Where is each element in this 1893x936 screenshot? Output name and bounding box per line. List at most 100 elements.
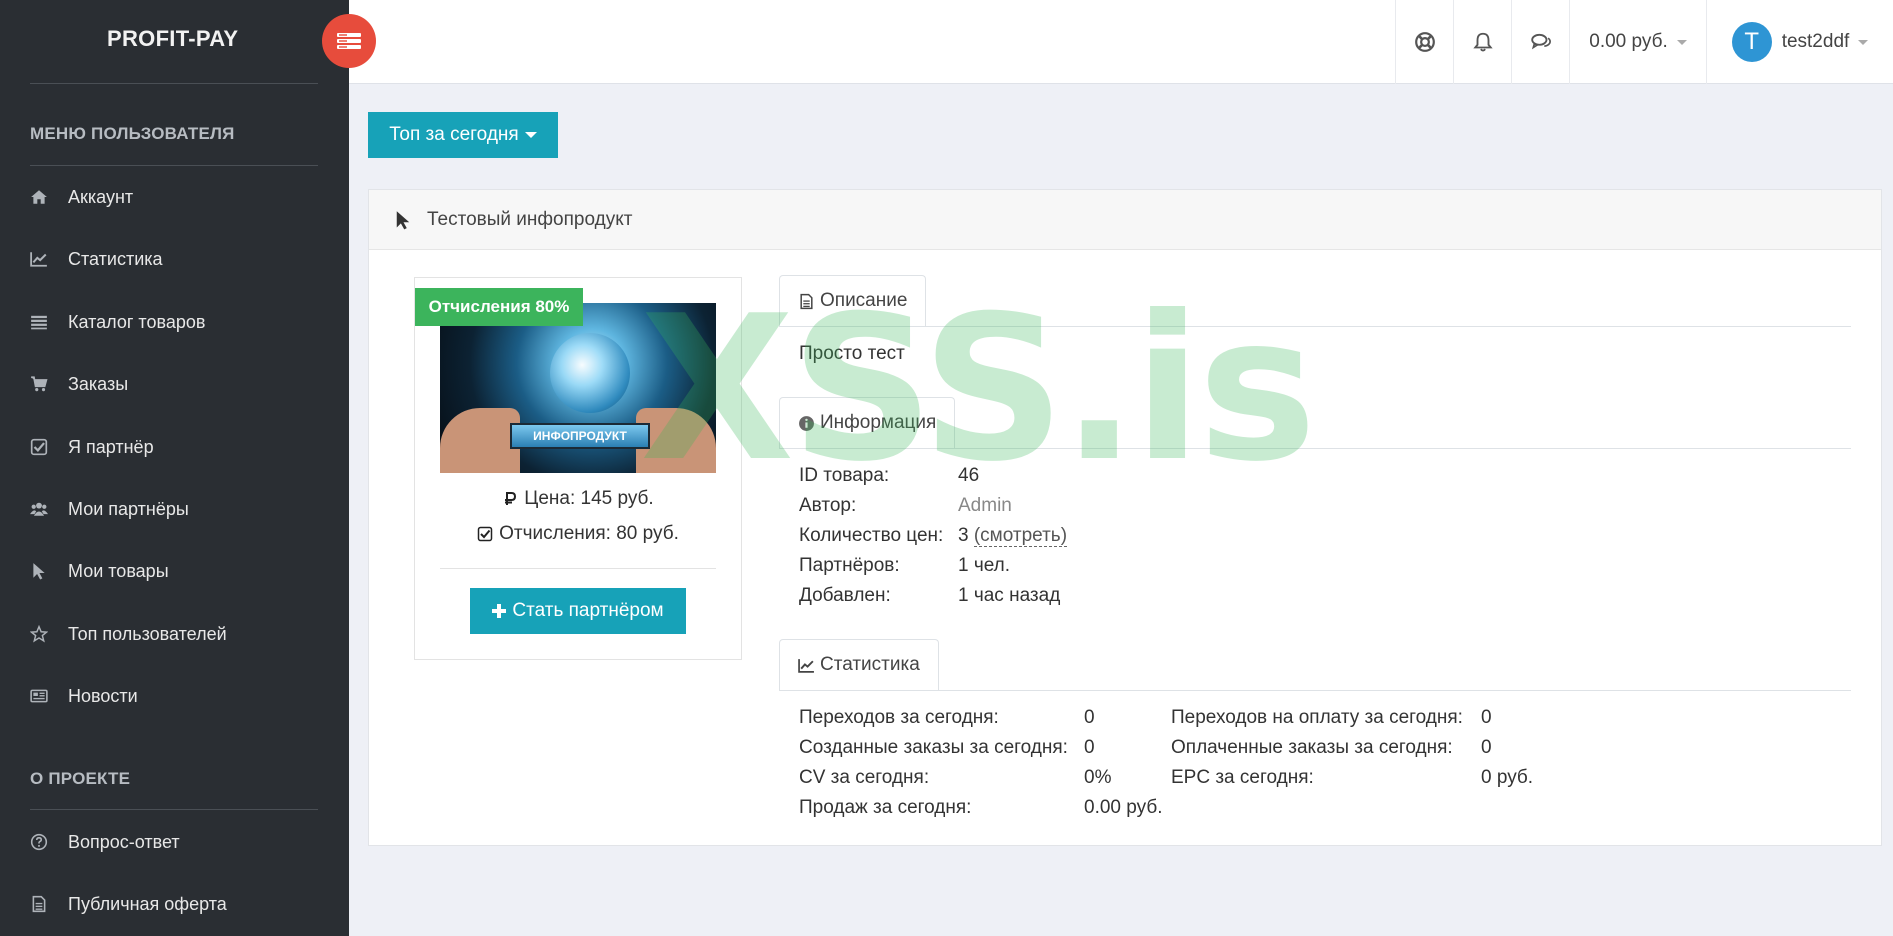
sidebar-item-catalog[interactable]: Каталог товаров: [0, 297, 349, 347]
stat-label: Продаж за сегодня:: [799, 797, 972, 818]
sidebar-item-label: Вопрос-ответ: [68, 831, 180, 852]
line-chart-icon: [30, 250, 68, 268]
info-id-label: ID товара:: [799, 465, 890, 486]
tab-statistics[interactable]: Статистика: [779, 639, 939, 690]
sidebar-item-label: Я партнёр: [68, 436, 154, 457]
notifications-button[interactable]: [1453, 0, 1511, 84]
sidebar-item-news[interactable]: Новости: [0, 671, 349, 721]
chevron-down-icon: [1858, 39, 1869, 45]
sidebar-item-i-partner[interactable]: Я партнёр: [0, 422, 349, 472]
support-button[interactable]: [1395, 0, 1453, 84]
tablet-graphic: ИНФОПРОДУКТ: [510, 423, 650, 449]
sidebar-item-faq[interactable]: Вопрос-ответ: [0, 817, 349, 867]
info-added-label: Добавлен:: [799, 585, 891, 606]
hand-graphic: [440, 408, 520, 473]
section-title-user-menu: МЕНЮ ПОЛЬЗОВАТЕЛЯ: [30, 124, 235, 143]
section-title-about: О ПРОЕКТЕ: [30, 769, 131, 788]
sidebar-item-statistics[interactable]: Статистика: [0, 234, 349, 284]
sidebar-item-label: Мои товары: [68, 560, 169, 581]
tab-divider: [779, 690, 1851, 691]
newspaper-icon: [30, 687, 68, 705]
info-circle-icon: [799, 415, 814, 431]
tab-divider: [779, 448, 1851, 449]
check-square-icon: [477, 526, 493, 542]
info-author-label: Автор:: [799, 495, 857, 516]
pointer-icon: [30, 562, 68, 580]
stat-value: 0 руб.: [1481, 767, 1534, 788]
stat-label: Переходов за сегодня:: [799, 707, 999, 728]
sidebar-item-label: Новости: [68, 685, 138, 706]
brand: PROFIT-PAY: [0, 0, 349, 84]
info-author-value: Admin: [958, 495, 1012, 516]
home-icon: [30, 188, 68, 206]
bell-icon: [1472, 32, 1493, 52]
info-partners-value: 1 чел.: [958, 555, 1011, 576]
messages-button[interactable]: [1511, 0, 1569, 84]
tab-label: Статистика: [820, 654, 920, 675]
product-card: Тестовый инфопродукт Отчисления 80% ИНФО…: [368, 189, 1882, 846]
user-menu-dropdown[interactable]: T test2ddf: [1706, 0, 1893, 84]
divider: [440, 568, 716, 569]
price-value: Цена: 145 руб.: [524, 488, 654, 509]
sidebar-item-my-products[interactable]: Мои товары: [0, 546, 349, 596]
sidebar-item-label: Топ пользователей: [68, 623, 227, 644]
list-icon: [30, 313, 68, 331]
sidebar-item-label: Публичная оферта: [68, 893, 227, 914]
tab-label: Информация: [820, 412, 937, 433]
description-text: Просто тест: [799, 343, 905, 364]
sidebar-divider: [30, 809, 318, 810]
sidebar-toggle-button[interactable]: [322, 14, 376, 68]
question-circle-icon: [30, 833, 68, 851]
stat-label: CV за сегодня:: [799, 767, 930, 788]
become-partner-label: Стать партнёром: [512, 600, 664, 621]
top-today-dropdown-button[interactable]: Топ за сегодня: [368, 112, 558, 158]
balance-dropdown[interactable]: 0.00 руб.: [1569, 0, 1706, 84]
info-id-value: 46: [958, 465, 980, 486]
stat-value: 0: [1084, 707, 1095, 728]
life-ring-icon: [1414, 32, 1435, 52]
stat-value: 0%: [1084, 767, 1112, 788]
commission-line: Отчисления: 80 руб.: [415, 523, 741, 545]
price-line: Цена: 145 руб.: [415, 488, 741, 510]
sidebar: PROFIT-PAY МЕНЮ ПОЛЬЗОВАТЕЛЯ Аккаунт Ста…: [0, 0, 349, 936]
menu-icon: [337, 33, 361, 49]
become-partner-button[interactable]: Стать партнёром: [470, 588, 686, 634]
chevron-down-icon: [1676, 39, 1687, 45]
card-header: Тестовый инфопродукт: [369, 190, 1881, 250]
stat-label: Оплаченные заказы за сегодня:: [1171, 737, 1453, 758]
sidebar-item-label: Заказы: [68, 373, 129, 394]
star-icon: [30, 625, 68, 643]
sidebar-item-account[interactable]: Аккаунт: [0, 172, 349, 222]
pointer-icon: [396, 210, 410, 229]
cart-icon: [30, 375, 68, 393]
stat-value: 0.00 руб.: [1084, 797, 1163, 818]
stat-value: 0: [1481, 707, 1492, 728]
avatar: T: [1731, 22, 1772, 62]
sidebar-item-orders[interactable]: Заказы: [0, 359, 349, 409]
sidebar-item-my-partners[interactable]: Мои партнёры: [0, 484, 349, 534]
info-added-value: 1 час назад: [958, 585, 1061, 606]
image-caption: ИНФОПРОДУКТ: [533, 429, 627, 443]
topbar: 0.00 руб. T test2ddf: [349, 0, 1893, 84]
info-partners-label: Партнёров:: [799, 555, 900, 576]
tab-label: Описание: [820, 290, 908, 311]
globe-graphic: [550, 333, 630, 413]
brand-logo[interactable]: PROFIT-PAY: [107, 26, 238, 52]
tab-info[interactable]: Информация: [779, 397, 956, 448]
sidebar-item-label: Аккаунт: [68, 186, 134, 207]
chevron-down-icon: [524, 132, 537, 138]
tab-description[interactable]: Описание: [779, 275, 927, 326]
product-title: Тестовый инфопродукт: [427, 208, 633, 230]
username: test2ddf: [1781, 31, 1850, 52]
sidebar-item-public-offer[interactable]: Публичная оферта: [0, 879, 349, 929]
stat-label: EPC за сегодня:: [1171, 767, 1314, 788]
sidebar-item-label: Мои партнёры: [68, 498, 189, 519]
balance-value: 0.00 руб.: [1589, 31, 1668, 52]
users-icon: [30, 500, 68, 518]
sidebar-item-top-users[interactable]: Топ пользователей: [0, 609, 349, 659]
info-prices-label: Количество цен:: [799, 525, 944, 546]
stat-value: 0: [1481, 737, 1492, 758]
view-prices-link[interactable]: (смотреть): [973, 525, 1068, 547]
sidebar-divider: [30, 83, 318, 84]
top-today-label: Топ за сегодня: [389, 124, 519, 145]
